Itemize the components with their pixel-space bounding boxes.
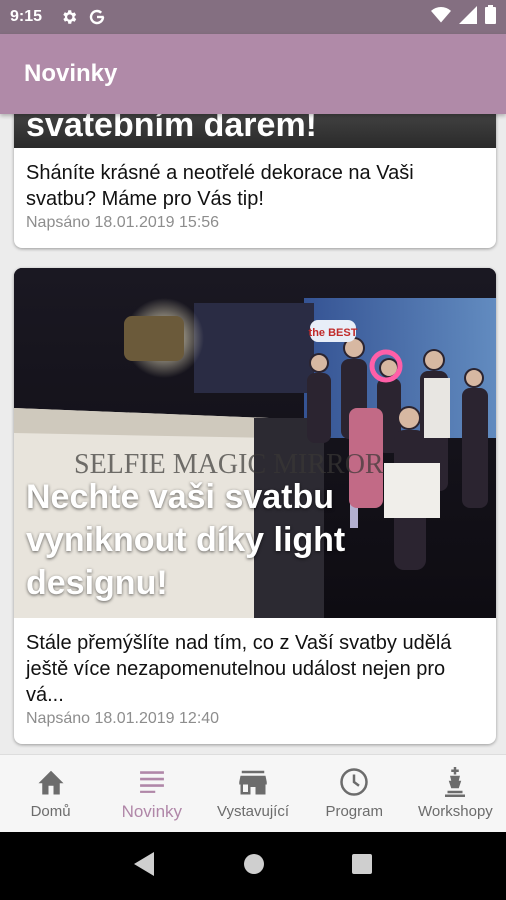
status-time: 9:15 xyxy=(10,8,43,25)
system-navigation-bar xyxy=(0,832,506,900)
tab-exhibitors[interactable]: Vystavující xyxy=(202,755,303,832)
home-icon xyxy=(36,767,66,797)
home-circle-icon[interactable] xyxy=(243,853,265,880)
chess-icon xyxy=(441,767,469,797)
tab-label: Program xyxy=(325,803,383,820)
news-card-image: the BEST SELFIE MAGIC MIRROR Nechte vaši… xyxy=(14,268,496,618)
news-card-image: svatebním darem! xyxy=(14,114,496,148)
news-card-headline: svatebním darem! xyxy=(26,114,317,144)
image-prop-text: the BEST xyxy=(309,327,358,339)
news-card-date: Napsáno 18.01.2019 15:56 xyxy=(26,214,220,231)
tab-news[interactable]: Novinky xyxy=(101,755,202,832)
clock-icon xyxy=(339,767,369,797)
store-icon xyxy=(238,767,268,797)
app-bar: Novinky xyxy=(0,34,506,114)
page-title: Novinky xyxy=(24,60,118,87)
signal-icon xyxy=(459,5,477,29)
tab-workshops[interactable]: Workshopy xyxy=(405,755,506,832)
google-icon xyxy=(88,8,106,26)
news-card[interactable]: the BEST SELFIE MAGIC MIRROR Nechte vaši… xyxy=(14,268,496,744)
news-card-description: Sháníte krásné a neotřelé dekorace na Va… xyxy=(26,162,414,210)
bottom-navigation: Domů Novinky Vystavující Program Worksho… xyxy=(0,754,506,832)
wifi-icon xyxy=(431,6,451,29)
settings-icon xyxy=(60,8,78,26)
news-card-description: Stále přemýšlíte nad tím, co z Vaší svat… xyxy=(26,632,452,706)
status-bar: 9:15 xyxy=(0,0,506,34)
tab-label: Vystavující xyxy=(217,803,289,820)
news-card-headline: Nechte vaši svatbu vyniknout díky light … xyxy=(26,478,346,602)
news-feed[interactable]: svatebním darem! Sháníte krásné a neotře… xyxy=(0,114,506,754)
tab-label: Novinky xyxy=(121,801,183,821)
news-card-date: Napsáno 18.01.2019 12:40 xyxy=(26,710,220,727)
battery-icon xyxy=(485,5,496,29)
tab-home[interactable]: Domů xyxy=(0,755,101,832)
news-icon xyxy=(139,766,165,796)
news-card[interactable]: svatebním darem! Sháníte krásné a neotře… xyxy=(14,114,496,248)
recents-icon[interactable] xyxy=(352,853,373,879)
tab-label: Domů xyxy=(30,803,71,820)
back-icon[interactable] xyxy=(133,851,156,881)
tab-program[interactable]: Program xyxy=(304,755,405,832)
tab-label: Workshopy xyxy=(418,803,493,820)
